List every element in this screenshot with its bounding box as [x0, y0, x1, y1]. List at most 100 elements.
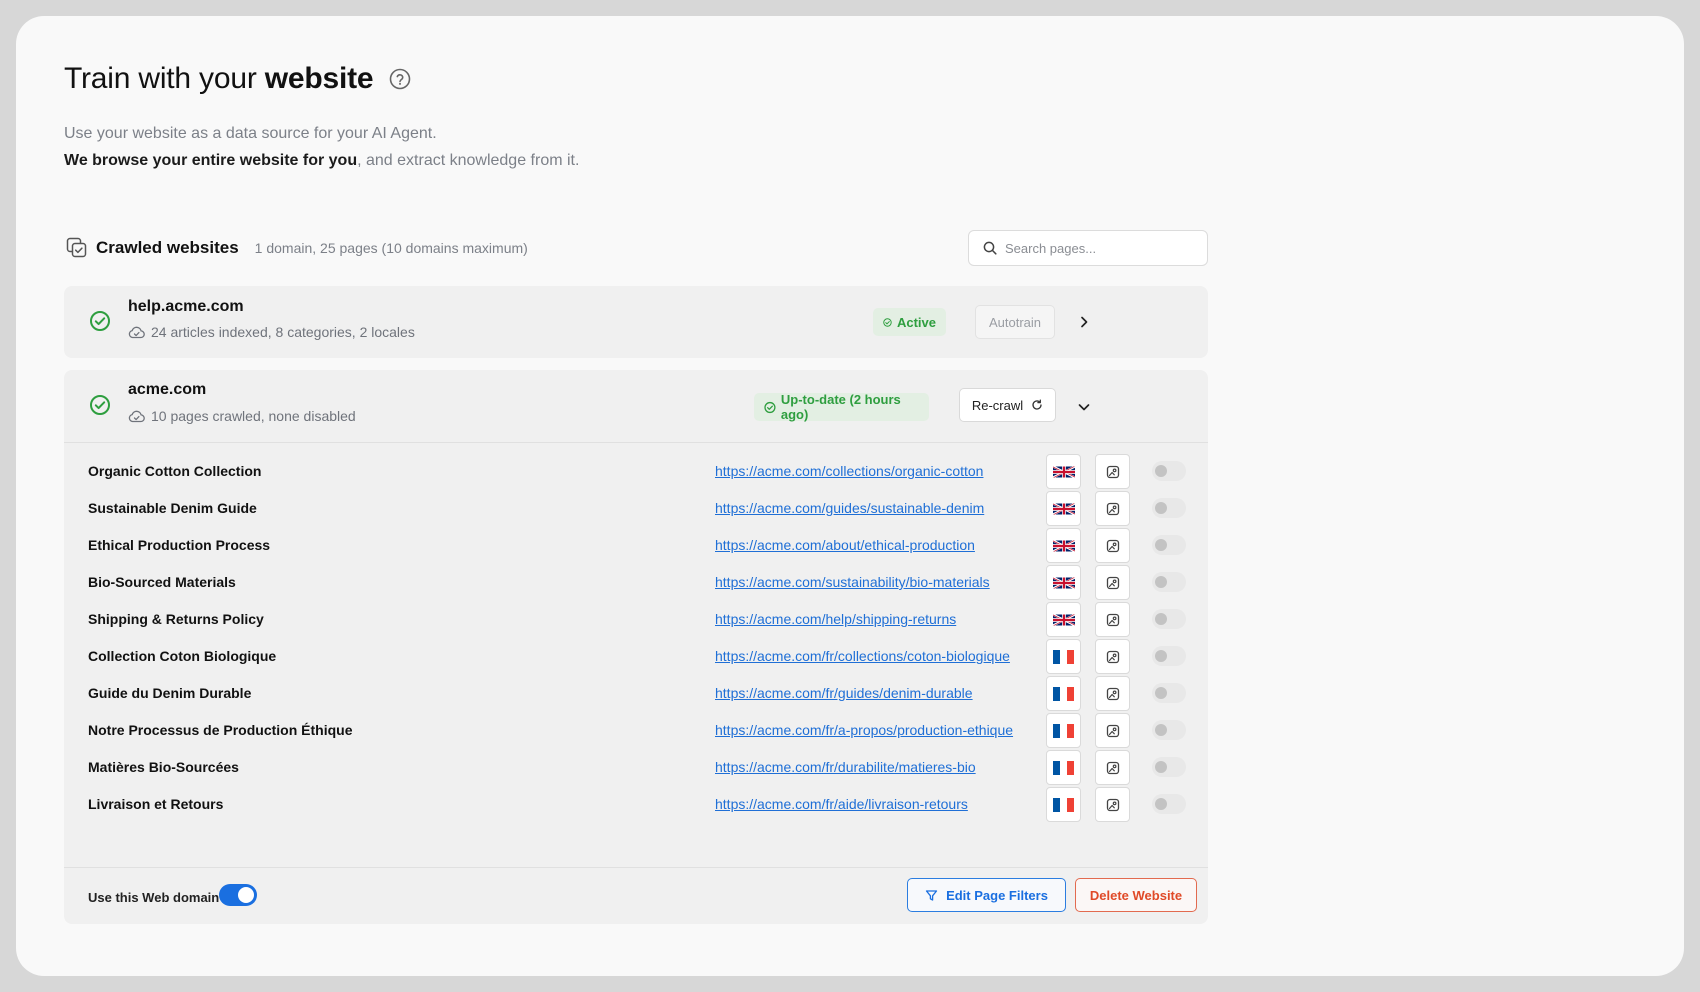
toggle-knob — [1155, 761, 1167, 773]
page-preview-button[interactable] — [1095, 491, 1130, 526]
page-title-cell: Notre Processus de Production Éthique — [88, 722, 353, 738]
uk-flag-icon — [1052, 539, 1075, 553]
locale-flag-button[interactable] — [1046, 454, 1081, 489]
locale-flag-button[interactable] — [1046, 565, 1081, 600]
locale-flag-button[interactable] — [1046, 639, 1081, 674]
toggle-knob — [1155, 613, 1167, 625]
toggle-knob — [1155, 465, 1167, 477]
chevron-down-icon[interactable] — [1077, 400, 1091, 414]
page-preview-button[interactable] — [1095, 454, 1130, 489]
page-preview-button[interactable] — [1095, 750, 1130, 785]
page-preview-button[interactable] — [1095, 565, 1130, 600]
toggle-knob — [1155, 576, 1167, 588]
page-row: Notre Processus de Production Éthique htt… — [64, 710, 1208, 750]
page-url-link[interactable]: https://acme.com/fr/guides/denim-durable — [715, 685, 973, 701]
page-url-link[interactable]: https://acme.com/collections/organic-cot… — [715, 463, 983, 479]
check-circle-icon — [90, 311, 110, 331]
page-enable-toggle[interactable] — [1152, 461, 1186, 481]
website-card-help[interactable]: help.acme.com 24 articles indexed, 8 cat… — [64, 286, 1208, 358]
search-icon — [983, 241, 997, 255]
status-badge-up-to-date: Up-to-date (2 hours ago) — [754, 392, 929, 422]
page-url-link[interactable]: https://acme.com/about/ethical-productio… — [715, 537, 975, 553]
page-preview-button[interactable] — [1095, 676, 1130, 711]
page-preview-button[interactable] — [1095, 713, 1130, 748]
page-enable-toggle[interactable] — [1152, 683, 1186, 703]
page-url-link[interactable]: https://acme.com/fr/collections/coton-bi… — [715, 648, 1010, 664]
image-icon — [1106, 576, 1120, 590]
fr-flag-icon — [1053, 686, 1074, 701]
refresh-icon — [1032, 399, 1042, 410]
image-icon — [1106, 502, 1120, 516]
page-enable-toggle[interactable] — [1152, 646, 1186, 666]
check-circle-small-icon — [764, 401, 776, 413]
fr-flag-icon — [1053, 723, 1074, 738]
page-row: Ethical Production Process https://acme.c… — [64, 525, 1208, 565]
use-domain-toggle[interactable] — [219, 884, 257, 906]
autotrain-button[interactable]: Autotrain — [975, 305, 1055, 339]
page-preview-button[interactable] — [1095, 602, 1130, 637]
uk-flag-icon — [1052, 613, 1075, 627]
page-subtitle: Use your website as a data source for yo… — [64, 120, 579, 174]
toggle-knob — [1155, 724, 1167, 736]
page-enable-toggle[interactable] — [1152, 720, 1186, 740]
page-row: Bio-Sourced Materials https://acme.com/su… — [64, 562, 1208, 602]
search-box — [968, 230, 1208, 266]
locale-flag-button[interactable] — [1046, 713, 1081, 748]
toggle-knob — [1155, 687, 1167, 699]
page-url-link[interactable]: https://acme.com/fr/durabilite/matieres-… — [715, 759, 976, 775]
page-enable-toggle[interactable] — [1152, 498, 1186, 518]
locale-flag-button[interactable] — [1046, 750, 1081, 785]
locale-flag-button[interactable] — [1046, 787, 1081, 822]
page-enable-toggle[interactable] — [1152, 757, 1186, 777]
check-circle-icon — [90, 395, 110, 415]
delete-website-button[interactable]: Delete Website — [1075, 878, 1197, 912]
page-url-link[interactable]: https://acme.com/guides/sustainable-deni… — [715, 500, 984, 516]
page-preview-button[interactable] — [1095, 787, 1130, 822]
divider — [64, 867, 1208, 868]
page-row: Shipping & Returns Policy https://acme.co… — [64, 599, 1208, 639]
image-icon — [1106, 650, 1120, 664]
cloud-check-icon — [128, 326, 145, 338]
page-title-cell: Sustainable Denim Guide — [88, 500, 257, 516]
page-url-link[interactable]: https://acme.com/help/shipping-returns — [715, 611, 956, 627]
page-title-cell: Matières Bio-Sourcées — [88, 759, 239, 775]
uk-flag-icon — [1052, 576, 1075, 590]
uk-flag-icon — [1052, 465, 1075, 479]
page-url-link[interactable]: https://acme.com/sustainability/bio-mate… — [715, 574, 990, 590]
page-preview-button[interactable] — [1095, 639, 1130, 674]
domain-meta: 24 articles indexed, 8 categories, 2 loc… — [128, 324, 415, 340]
locale-flag-button[interactable] — [1046, 676, 1081, 711]
image-icon — [1106, 761, 1120, 775]
search-input[interactable] — [1005, 240, 1195, 256]
locale-flag-button[interactable] — [1046, 602, 1081, 637]
page-row: Matières Bio-Sourcées https://acme.com/fr… — [64, 747, 1208, 787]
help-icon[interactable] — [389, 68, 411, 90]
domain-meta-text: 24 articles indexed, 8 categories, 2 loc… — [151, 324, 415, 340]
image-icon — [1106, 687, 1120, 701]
page-url-link[interactable]: https://acme.com/fr/a-propos/production-… — [715, 722, 1013, 738]
domain-meta: 10 pages crawled, none disabled — [128, 408, 356, 424]
edit-page-filters-button[interactable]: Edit Page Filters — [907, 878, 1066, 912]
domain-meta-text: 10 pages crawled, none disabled — [151, 408, 356, 424]
subtitle-line-2: We browse your entire website for you, a… — [64, 152, 580, 169]
recrawl-button[interactable]: Re-crawl — [959, 388, 1056, 422]
page-row: Livraison et Retours https://acme.com/fr/… — [64, 784, 1208, 824]
locale-flag-button[interactable] — [1046, 491, 1081, 526]
crawled-websites-header: Crawled websites 1 domain, 25 pages (10 … — [64, 230, 1208, 266]
section-title: Crawled websites — [96, 238, 239, 257]
fr-flag-icon — [1053, 760, 1074, 775]
chevron-right-icon[interactable] — [1077, 315, 1091, 329]
page-url-link[interactable]: https://acme.com/fr/aide/livraison-retou… — [715, 796, 968, 812]
page-preview-button[interactable] — [1095, 528, 1130, 563]
page-enable-toggle[interactable] — [1152, 609, 1186, 629]
page-enable-toggle[interactable] — [1152, 794, 1186, 814]
page-enable-toggle[interactable] — [1152, 535, 1186, 555]
status-badge-active: Active — [873, 308, 946, 336]
subtitle-line-1: Use your website as a data source for yo… — [64, 125, 437, 142]
page-enable-toggle[interactable] — [1152, 572, 1186, 592]
locale-flag-button[interactable] — [1046, 528, 1081, 563]
cloud-check-icon — [128, 410, 145, 422]
page-header: Train with your website — [64, 62, 411, 96]
domain-name: acme.com — [128, 381, 207, 398]
filter-icon — [925, 889, 938, 901]
